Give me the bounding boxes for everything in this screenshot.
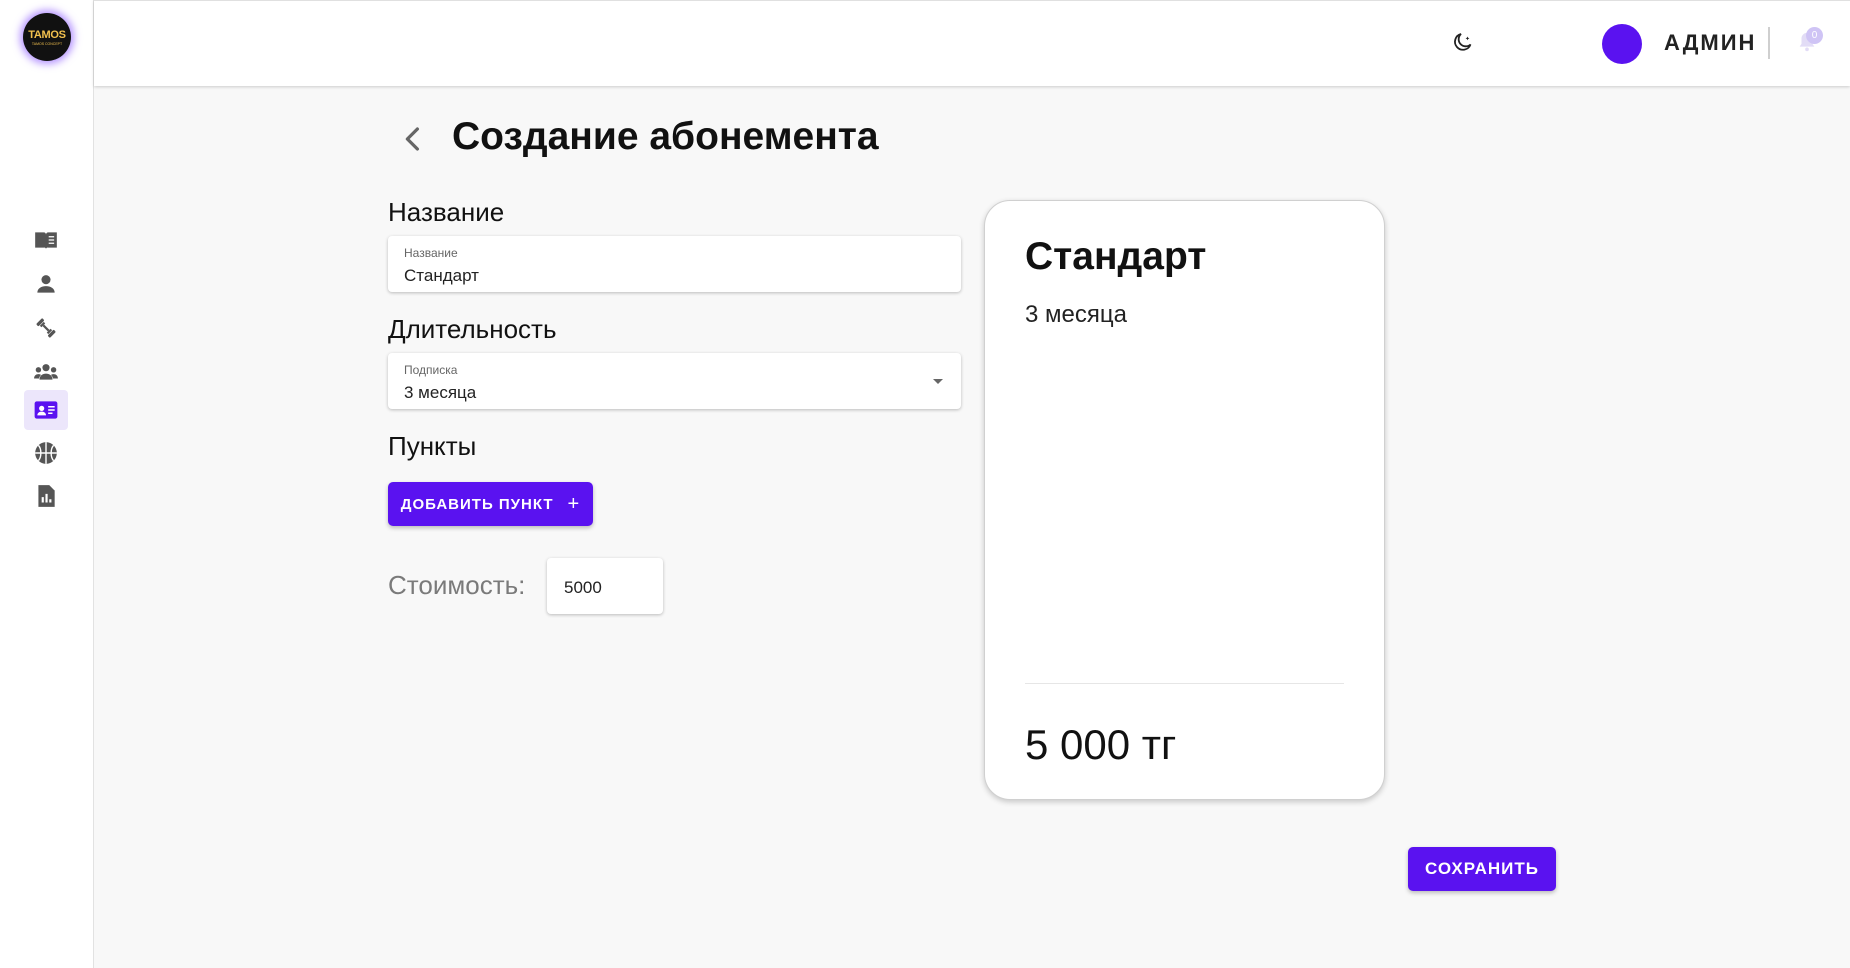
username[interactable]: АДМИН <box>1664 30 1756 56</box>
sidebar-item-catalog[interactable] <box>24 220 68 260</box>
points-section-label: Пункты <box>388 431 477 461</box>
duration-select[interactable]: Подписка 3 месяца <box>388 353 961 409</box>
id-card-icon <box>34 401 58 419</box>
sidebar-item-users[interactable] <box>24 264 68 304</box>
group-icon <box>34 364 58 380</box>
subscription-preview-card: Стандарт 3 месяца 5 000 тг <box>984 200 1385 800</box>
logo-subtext: TAMOS CONCEPT <box>31 41 63 46</box>
dropdown-caret-icon[interactable] <box>933 379 943 384</box>
moon-icon[interactable] <box>1451 31 1475 55</box>
duration-select-value: 3 месяца <box>404 383 477 402</box>
save-button-label: СОХРАНИТЬ <box>1425 859 1539 878</box>
page-title: Создание абонемента <box>452 115 879 158</box>
save-button[interactable]: СОХРАНИТЬ <box>1408 847 1556 891</box>
preview-divider <box>1025 683 1344 684</box>
add-point-button[interactable]: ДОБАВИТЬ ПУНКТ + <box>388 482 593 526</box>
name-field-label: Название <box>404 246 458 260</box>
duration-section-label: Длительность <box>388 314 557 344</box>
preview-name: Стандарт <box>1025 235 1207 278</box>
notification-badge: 0 <box>1806 27 1823 44</box>
name-field-value[interactable]: Стандарт <box>404 266 479 286</box>
name-field[interactable]: Название Стандарт <box>388 236 961 292</box>
name-section-label: Название <box>388 197 505 227</box>
ball-icon <box>35 442 57 464</box>
preview-price: 5 000 тг <box>1025 721 1177 768</box>
duration-select-label: Подписка <box>404 363 458 377</box>
dumbbell-icon <box>36 318 56 338</box>
person-icon <box>37 275 55 293</box>
sidebar-item-subscriptions[interactable] <box>24 390 68 430</box>
sidebar-item-groups[interactable] <box>24 352 68 392</box>
add-point-label: ДОБАВИТЬ ПУНКТ <box>400 495 554 513</box>
book-icon <box>35 232 57 249</box>
header-divider <box>1768 27 1770 59</box>
sidebar-item-sports[interactable] <box>24 433 68 473</box>
sidebar: TAMOS TAMOS CONCEPT <box>0 0 94 968</box>
back-arrow-icon[interactable] <box>398 124 428 154</box>
logo-text: TAMOS <box>28 28 66 41</box>
preview-duration: 3 месяца <box>1025 301 1127 328</box>
price-label: Стоимость: <box>388 570 526 600</box>
brand-logo[interactable]: TAMOS TAMOS CONCEPT <box>23 13 71 61</box>
price-input[interactable]: 5000 <box>547 558 663 614</box>
avatar[interactable] <box>1602 24 1642 64</box>
sidebar-item-workouts[interactable] <box>24 308 68 348</box>
plus-icon: + <box>567 492 581 515</box>
sidebar-item-reports[interactable] <box>24 476 68 516</box>
report-icon <box>38 485 55 507</box>
top-bar <box>94 0 1850 86</box>
